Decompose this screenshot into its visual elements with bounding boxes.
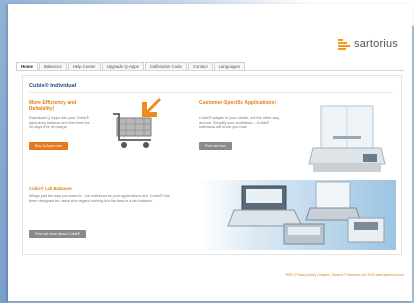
- find-out-how-button[interactable]: Find out how: [199, 142, 232, 150]
- footer-links[interactable]: RSS | Privacy policy | Imprint | Search …: [286, 273, 404, 277]
- find-out-more-button[interactable]: Find out more about Cubis®: [29, 230, 86, 238]
- web-page: sartorius Home Balances Help Center Upgr…: [8, 4, 412, 301]
- logo-mark-icon: [338, 38, 351, 50]
- tab-upgrade-q-apps[interactable]: Upgrade Q-Apps: [101, 62, 144, 70]
- tab-contact[interactable]: Contact: [187, 62, 213, 70]
- efficiency-heading: More Efficiency and Reliability!: [29, 100, 77, 112]
- lab-balances-text: Weigh just the way you want to – be indi…: [29, 194, 170, 203]
- desktop-background-left: [0, 0, 8, 303]
- shopping-cart-illustration: [111, 94, 171, 154]
- custom-heading: Customer-Specific Applications!: [199, 100, 277, 106]
- brand-name: sartorius: [354, 38, 398, 50]
- tab-help-center[interactable]: Help Center: [67, 62, 101, 70]
- page-title: Cubis® Individual: [29, 83, 77, 89]
- nav-divider: [16, 70, 404, 71]
- tab-home[interactable]: Home: [16, 62, 38, 70]
- efficiency-text: Download Q-Apps into your Cubis® laborat…: [29, 116, 90, 130]
- balance-photo: [305, 102, 389, 182]
- main-nav: Home Balances Help Center Upgrade Q-Apps…: [16, 62, 246, 70]
- title-divider: [29, 92, 393, 93]
- download-arrow-icon: [142, 98, 161, 117]
- lab-balances-heading: Cubis® Lab Balances: [29, 186, 72, 191]
- content-panel: Cubis® Individual More Efficiency and Re…: [22, 75, 402, 255]
- custom-text: Cubis® adapts to your needs, not the oth…: [199, 116, 280, 130]
- lab-balances-photo: [198, 180, 396, 250]
- tab-balances[interactable]: Balances: [38, 62, 67, 70]
- buy-q-apps-button[interactable]: Buy Q-Apps now: [29, 142, 68, 150]
- brand-logo[interactable]: sartorius: [338, 38, 398, 50]
- tab-languages[interactable]: Languages: [213, 62, 245, 70]
- tab-calibration-code[interactable]: Calibration Code: [144, 62, 187, 70]
